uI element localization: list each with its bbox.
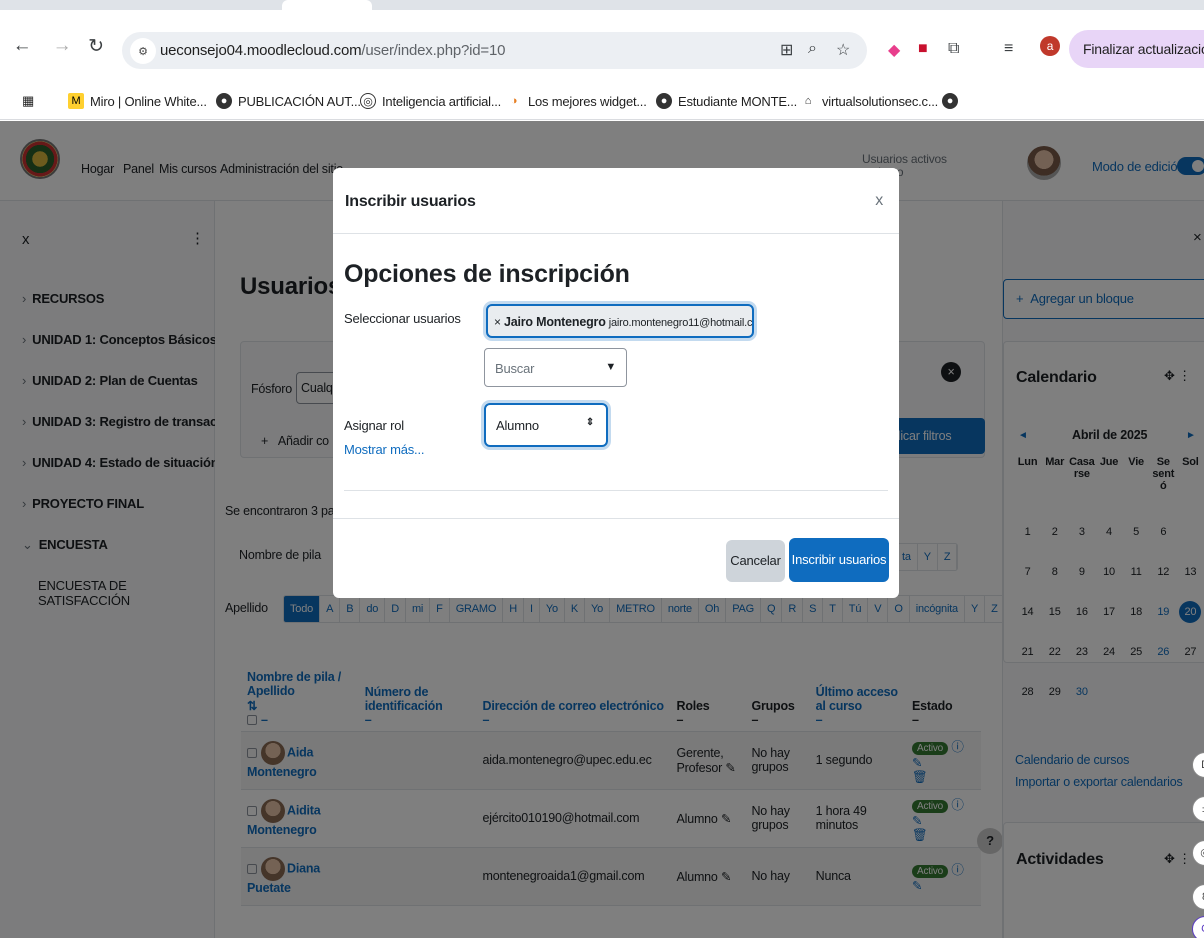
select-users-label: Seleccionar usuarios	[344, 311, 461, 326]
bookmark-star-icon[interactable]: ☆	[836, 40, 850, 60]
address-bar[interactable]: ⚙ ueconsejo04.moodlecloud.com/user/index…	[122, 32, 867, 69]
update-button[interactable]: Finalizar actualización	[1069, 30, 1204, 68]
bookmark-miro[interactable]: M Miro | Online White...	[68, 93, 207, 109]
tab-strip	[0, 0, 1204, 10]
forward-icon[interactable]: →	[48, 32, 76, 60]
reading-list-icon[interactable]: ≡	[1004, 40, 1013, 58]
enrol-users-button[interactable]: Inscribir usuarios	[789, 538, 889, 582]
user-search-select[interactable]: Buscar ▼	[484, 348, 627, 387]
reload-icon[interactable]: ↻	[82, 32, 110, 60]
apps-icon[interactable]: ▦	[22, 93, 34, 109]
bookmark-ia[interactable]: ◎ Inteligencia artificial...	[360, 93, 501, 109]
extension-icon[interactable]: ◆	[888, 40, 900, 60]
bookmark-virtualsolutions[interactable]: ⌂ virtualsolutionsec.c...	[800, 93, 939, 109]
bookmark-globe[interactable]: ●	[942, 93, 958, 109]
extension-m-icon[interactable]: ■	[918, 40, 928, 58]
active-tab[interactable]	[282, 0, 372, 10]
bookmark-publicacion[interactable]: ● PUBLICACIÓN AUT...	[216, 93, 361, 109]
assign-role-label: Asignar rol	[344, 418, 404, 433]
back-icon[interactable]: ←	[8, 32, 36, 60]
browser-toolbar: ← → ↻ ⚙ ueconsejo04.moodlecloud.com/user…	[0, 10, 1204, 84]
show-more-link[interactable]: Mostrar más...	[344, 442, 424, 457]
dropdown-arrow-icon: ▼	[605, 361, 616, 373]
select-arrows-icon: ⇕	[585, 417, 594, 428]
cancel-button[interactable]: Cancelar	[726, 540, 785, 582]
site-info-icon[interactable]: ⚙	[130, 38, 156, 64]
divider	[344, 490, 888, 491]
extensions-puzzle-icon[interactable]: ⧉	[948, 40, 959, 58]
zoom-icon[interactable]: ⌕	[808, 40, 817, 58]
modal-title: Inscribir usuarios	[345, 193, 476, 210]
assign-role-select[interactable]: Alumno ⇕	[484, 403, 608, 447]
enrol-options-legend: Opciones de inscripción	[344, 260, 630, 288]
selected-user-chip[interactable]: × Jairo Montenegro jairo.montenegro11@ho…	[486, 304, 754, 338]
bookmark-widgets[interactable]: ◑ Los mejores widget...	[506, 93, 647, 109]
close-icon[interactable]: x	[875, 192, 883, 210]
enrol-users-modal: Inscribir usuarios x Opciones de inscrip…	[333, 168, 899, 598]
modal-header: Inscribir usuarios x	[333, 168, 899, 234]
profile-avatar[interactable]: a	[1040, 36, 1060, 56]
translate-icon[interactable]: ⊞	[780, 40, 793, 60]
bookmarks-bar: ▦ M Miro | Online White... ● PUBLICACIÓN A…	[0, 84, 1204, 120]
url-text: ueconsejo04.moodlecloud.com/user/index.p…	[160, 42, 506, 59]
modal-footer: Cancelar Inscribir usuarios	[333, 518, 899, 598]
bookmark-estudiante[interactable]: ● Estudiante MONTE...	[656, 93, 797, 109]
